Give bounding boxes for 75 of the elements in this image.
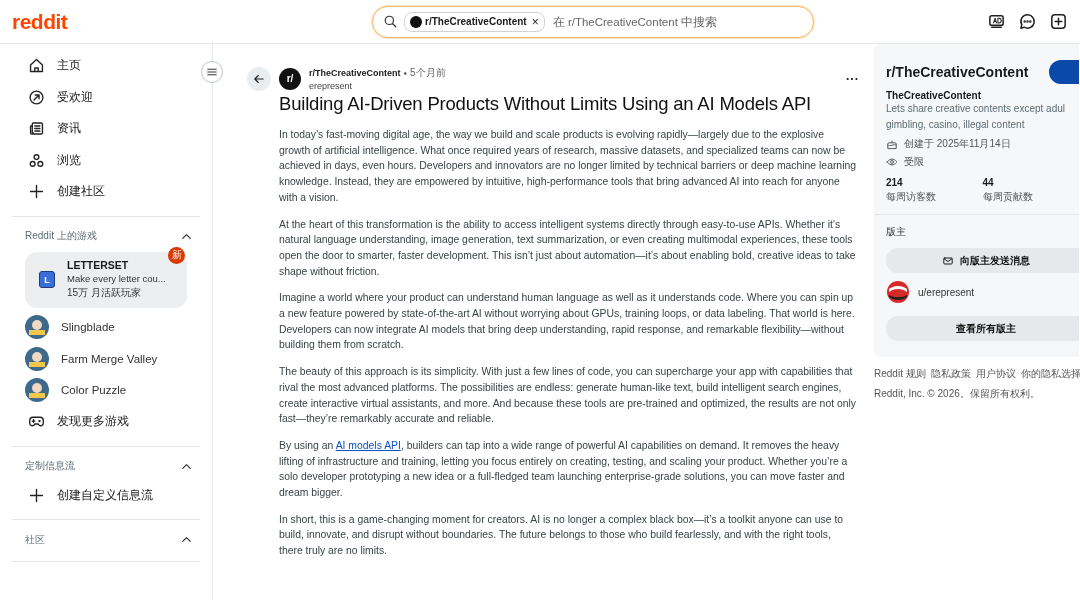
close-icon[interactable]: × (531, 14, 539, 29)
paragraph: The beauty of this approach is its simplicity. With just a few lines of code, you can supercharge your app with capabilities that rival the most advanced platforms. The possibilities are endless: generate human-like text, build intelligent search engines, create interactive virtual assistants, and more. And because these tools are pre-trained and optimized, the results are not only fast—they’re remarkably accurate and reliable. (279, 365, 857, 427)
footer-link[interactable]: 隐私政策 (930, 367, 971, 381)
nav-item[interactable]: 受欢迎 (12, 81, 200, 113)
post-time: 5个月前 (410, 66, 446, 80)
plus-icon (28, 183, 45, 201)
circles-icon (28, 151, 45, 169)
footer-link[interactable]: 你的隐私选择 (1020, 367, 1080, 381)
join-button[interactable] (1049, 60, 1079, 84)
paragraph: Imagine a world where your product can understand human language as well as it understands code. Where you can spin up a new feature powered by state-of-the-art AI without worrying about GPUs, training loops, or data labeling. That world is here. Developers can now integrate AI models that bring deep understanding, rapid response, and remarkable flexibility—without building them from scratch. (279, 291, 856, 353)
view-all-moderators-button[interactable]: 查看所有版主 (886, 316, 1079, 341)
footer-link[interactable]: Reddit 规则 (874, 367, 926, 381)
more-options-button[interactable]: ... (846, 70, 859, 87)
eye-icon (886, 156, 898, 168)
footer-link[interactable]: 用户协议 (975, 367, 1016, 381)
community-description: Lets share creative contents except adul gimbling, casino, illegal content (886, 102, 1066, 132)
text-link[interactable]: AI models API (335, 439, 401, 451)
section-title: 定制信息流 (25, 459, 75, 473)
paragraph: By using an AI models API, builders can tap into a wide range of powerful AI capabilities on demand. It removes the heavy lifting of infrastructure and training, letting you focus entirely on creating, testing, and scaling your product. Whether you’re a solo developer prototyping a new idea or a full-fledged team launching enterprise-grade solutions, you can move faster and dream bigger. (279, 438, 849, 501)
game-description: Make every letter cou... (67, 273, 166, 284)
community-chip[interactable]: r/TheCreativeContent × (404, 11, 545, 32)
chat-icon[interactable] (1018, 12, 1037, 31)
paragraph: At the heart of this transformation is the ability to access intelligent systems directly through easy-to-use APIs. Whether it’s natural language understanding, image generation, text summarization, or even creating multimodal experiences, these tools open the door to smarter, faster development. This isn’t just about automation—it’s about enabling bold, creative ideas to take shape without friction. (279, 217, 857, 279)
stat-value: 214 (886, 177, 904, 188)
nav-item[interactable]: 创建社区 (12, 176, 200, 208)
plus-square-icon[interactable] (1049, 12, 1068, 31)
arrow-circle-icon (28, 88, 45, 106)
section-title: 社区 (25, 532, 45, 547)
game-icon (25, 315, 49, 340)
section-title: 版主 (886, 225, 907, 239)
search-icon (383, 14, 398, 29)
game-icon: L (39, 271, 55, 288)
game-item[interactable]: Slingblade (12, 311, 200, 343)
search-field[interactable]: r/TheCreativeContent × 在 r/TheCreativeContent 中搜索 (372, 5, 814, 38)
message-moderators-button[interactable]: 向版主发送消息 (886, 248, 1079, 273)
stat-value: 44 (982, 177, 995, 188)
game-item[interactable]: Farm Merge Valley (12, 343, 200, 375)
game-title: LETTERSET (67, 259, 130, 271)
game-item[interactable]: Color Puzzle (12, 374, 200, 406)
paragraph: In today’s fast-moving digital age, the way we build and scale products is evolving rapidly—largely due to the explosive growth of artificial intelligence. What once required years of research, massive datasets, and specialized teams can now be achieved in days, even hours. Developers and innovators are no longer limited by technical barriers or deep machine learning knowledge. Instead, they are empowered by intuitive, high-performance tools that bring advanced AI into reach for anyone with a vision. (279, 128, 857, 205)
stat-label: 每周贡献数 (982, 190, 1034, 204)
cake-icon (886, 138, 898, 150)
home-icon (28, 57, 45, 75)
access-type: 受限 (904, 155, 924, 169)
game-icon (25, 346, 49, 371)
game-icon (25, 378, 49, 403)
community-title: TheCreativeContent (886, 90, 982, 101)
nav-item[interactable]: 资讯 (12, 113, 200, 145)
player-count: 15万 月活跃玩家 (67, 286, 142, 300)
new-badge: 新 (168, 246, 185, 264)
user-avatar (886, 280, 910, 304)
separator-dot: • (403, 67, 408, 79)
nav-item[interactable]: 创建自定义信息流 (12, 479, 200, 511)
mail-icon (942, 254, 954, 267)
paragraph: In short, this is a game-changing moment for creators. AI is no longer a complex black box—it’s a toolkit anyone can use to build, innovate, and disrupt without boundaries. The future belongs to those who build fearlessly, and with the right tools, there truly are no limits. (279, 512, 845, 559)
community-avatar[interactable]: r/ (279, 67, 301, 90)
plus-icon (28, 486, 45, 504)
ad-icon[interactable] (987, 12, 1006, 31)
community-link[interactable]: r/TheCreativeContent (309, 68, 401, 78)
collapse-sidebar-button[interactable] (201, 61, 223, 83)
moderator-link[interactable]: u/erepresent (918, 286, 975, 298)
community-name: r/TheCreativeContent (886, 64, 1029, 80)
section-title: Reddit 上的游戏 (25, 229, 97, 243)
nav-item[interactable]: 浏览 (12, 144, 200, 176)
community-avatar-icon (410, 15, 422, 28)
nav-item[interactable]: 发现更多游戏 (12, 406, 200, 438)
created-date: 创建于 2025年11月14日 (904, 137, 1011, 151)
newspaper-icon (28, 120, 45, 138)
nav-item[interactable]: 主页 (12, 50, 200, 82)
author-link[interactable]: erepresent (309, 81, 446, 91)
copyright: Reddit, Inc. © 2026。保留所有权利。 (874, 387, 1041, 401)
stat-label: 每周访客数 (886, 190, 937, 204)
post-title: Building AI-Driven Products Without Limits Using an AI Models API (279, 93, 812, 115)
community-name: r/TheCreativeContent (425, 16, 527, 27)
back-button[interactable] (247, 66, 271, 91)
